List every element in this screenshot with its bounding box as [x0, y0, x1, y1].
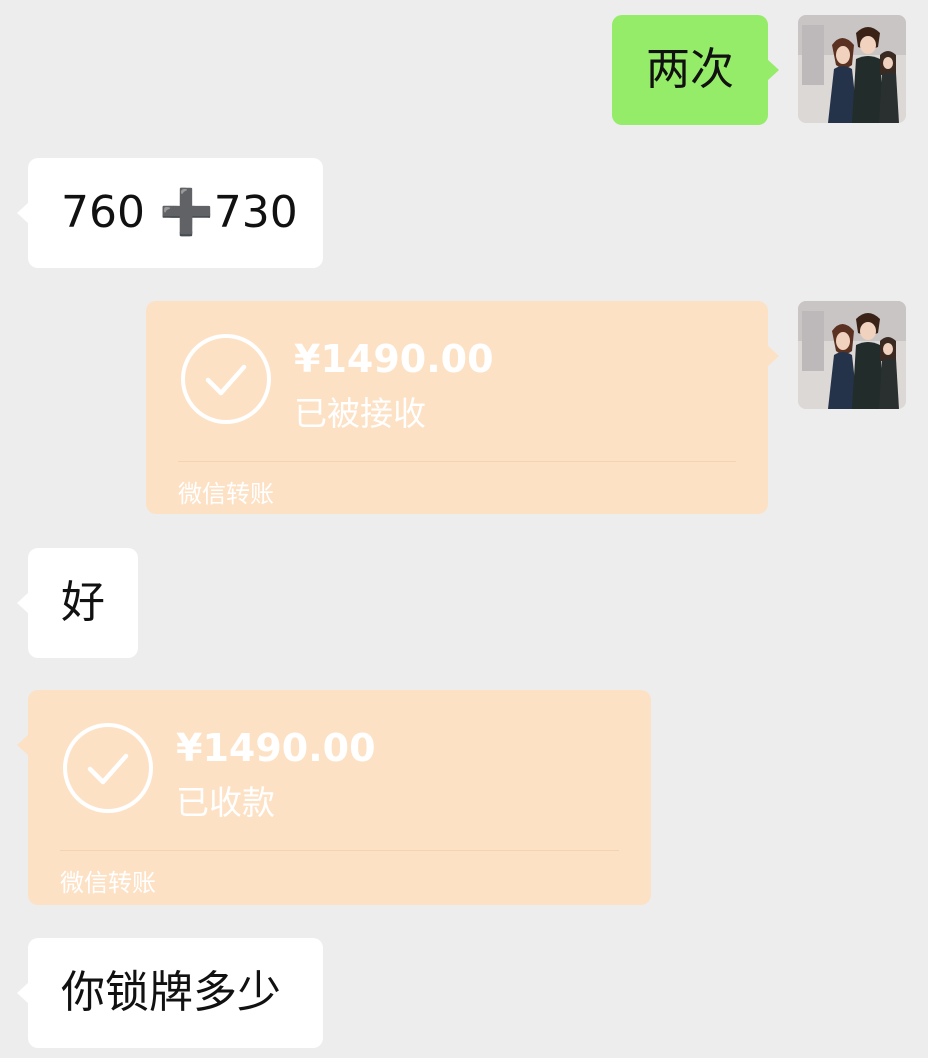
check-circle-icon: [63, 723, 153, 813]
transfer-divider: [178, 461, 736, 462]
transfer-amount: ¥1490.00: [294, 337, 494, 381]
message-text: 两次: [646, 44, 734, 95]
incoming-message-bubble[interactable]: 760 ➕730: [17, 158, 323, 268]
transfer-status: 已收款: [176, 783, 275, 822]
outgoing-message-bubble[interactable]: 两次: [612, 15, 779, 125]
transfer-amount: ¥1490.00: [176, 726, 376, 770]
bubble-tail: [767, 59, 779, 81]
message-text: 你锁牌多少: [61, 967, 281, 1018]
outgoing-transfer-card[interactable]: ¥1490.00 已被接收 微信转账: [146, 301, 779, 514]
check-circle-icon: [181, 334, 271, 424]
transfer-footer-label: 微信转账: [60, 869, 156, 897]
incoming-message-bubble[interactable]: 好: [17, 548, 138, 658]
incoming-message-bubble[interactable]: 你锁牌多少: [17, 938, 323, 1048]
bubble-tail: [767, 345, 779, 367]
bubble-tail: [17, 592, 29, 614]
bubble-tail: [17, 734, 29, 756]
transfer-footer-label: 微信转账: [178, 480, 274, 508]
user-avatar[interactable]: [798, 301, 906, 409]
bubble-tail: [17, 982, 29, 1004]
bubble-tail: [17, 202, 29, 224]
incoming-transfer-card[interactable]: ¥1490.00 已收款 微信转账: [17, 690, 651, 905]
user-avatar[interactable]: [798, 15, 906, 123]
transfer-status: 已被接收: [294, 394, 426, 433]
message-text: 760 ➕730: [61, 187, 298, 238]
avatar-image-icon: [798, 301, 906, 409]
message-text: 好: [61, 577, 105, 628]
avatar-image-icon: [798, 15, 906, 123]
transfer-divider: [60, 850, 619, 851]
